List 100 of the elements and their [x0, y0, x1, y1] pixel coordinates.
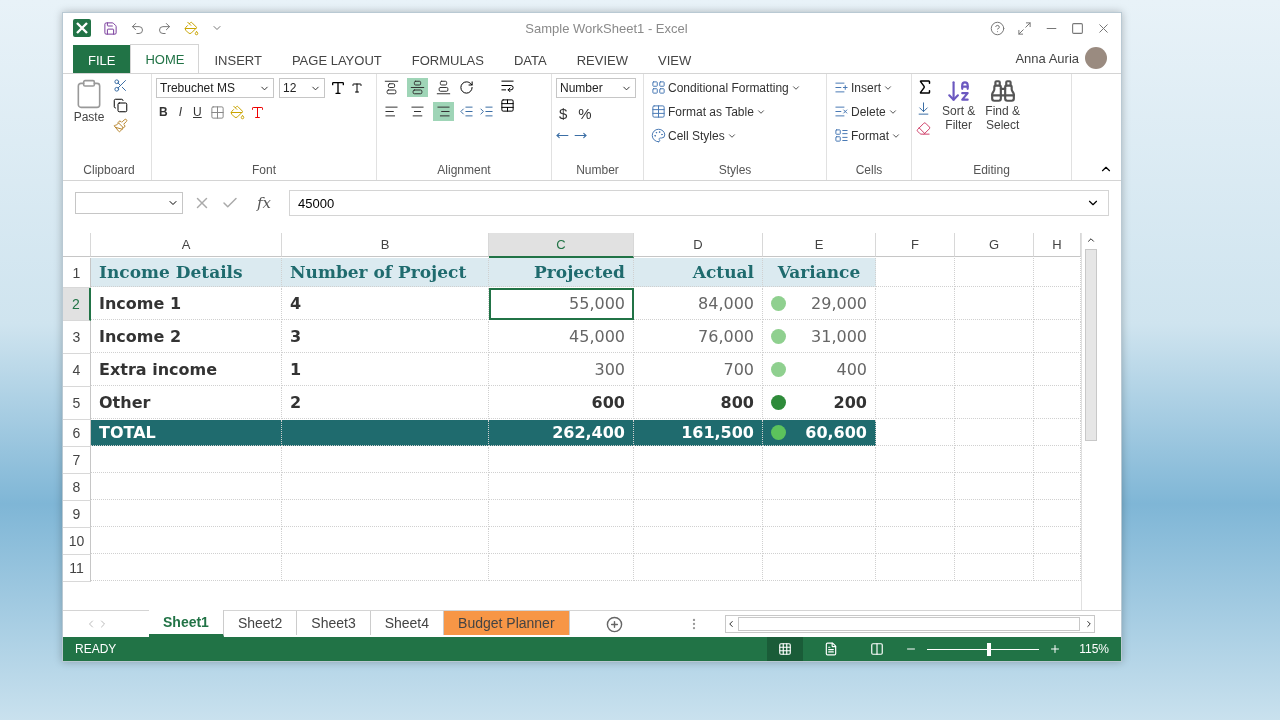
column-header[interactable]: E: [763, 233, 876, 257]
table-cell[interactable]: 31,000: [763, 321, 876, 353]
undo-icon[interactable]: [130, 20, 145, 36]
underline-button[interactable]: U: [190, 103, 205, 121]
table-cell[interactable]: [763, 501, 876, 527]
table-cell[interactable]: [91, 555, 282, 581]
row-header[interactable]: 5: [63, 387, 91, 420]
table-cell[interactable]: [282, 501, 489, 527]
table-cell[interactable]: 2: [282, 387, 489, 419]
table-cell[interactable]: 262,400: [489, 420, 634, 446]
cells-menu-button[interactable]: Format: [831, 126, 907, 145]
column-header[interactable]: G: [955, 233, 1034, 257]
redo-icon[interactable]: [157, 20, 172, 36]
row-header[interactable]: 1: [63, 258, 91, 288]
italic-button[interactable]: I: [175, 103, 185, 121]
table-cell[interactable]: 45,000: [489, 321, 634, 353]
ribbon-tab[interactable]: FILE: [73, 45, 131, 74]
column-header[interactable]: B: [282, 233, 489, 257]
table-cell[interactable]: [763, 528, 876, 554]
table-cell[interactable]: [763, 474, 876, 500]
table-cell[interactable]: [1034, 258, 1081, 287]
copy-icon[interactable]: [113, 98, 128, 113]
sheet-tab[interactable]: Budget Planner: [444, 611, 570, 635]
table-cell[interactable]: 55,000: [489, 288, 634, 320]
table-cell[interactable]: [1034, 321, 1081, 353]
table-cell[interactable]: Variance: [763, 258, 876, 287]
number-format-field[interactable]: Number: [556, 78, 636, 98]
paint-bucket-icon[interactable]: [184, 20, 199, 36]
table-cell[interactable]: [91, 528, 282, 554]
table-cell[interactable]: 60,600: [763, 420, 876, 446]
table-cell[interactable]: [955, 501, 1034, 527]
table-cell[interactable]: [955, 528, 1034, 554]
row-header[interactable]: 9: [63, 501, 91, 528]
table-cell[interactable]: 1: [282, 354, 489, 386]
shrink-font-icon[interactable]: [351, 82, 363, 94]
scissors-icon[interactable]: [113, 78, 128, 93]
table-cell[interactable]: 200: [763, 387, 876, 419]
table-cell[interactable]: [955, 288, 1034, 320]
grow-font-icon[interactable]: [330, 80, 346, 96]
bold-button[interactable]: B: [156, 103, 171, 121]
maximize-icon[interactable]: [1071, 21, 1084, 35]
table-cell[interactable]: Actual: [634, 258, 763, 287]
table-cell[interactable]: 161,500: [634, 420, 763, 446]
percent-button[interactable]: %: [575, 103, 595, 124]
table-cell[interactable]: [955, 387, 1034, 419]
row-header[interactable]: 4: [63, 354, 91, 387]
column-header[interactable]: F: [876, 233, 955, 257]
column-header[interactable]: H: [1034, 233, 1081, 257]
table-cell[interactable]: 800: [634, 387, 763, 419]
table-cell[interactable]: 3: [282, 321, 489, 353]
table-cell[interactable]: [282, 555, 489, 581]
horizontal-scrollbar[interactable]: [725, 615, 1095, 633]
merge-cells-icon[interactable]: [500, 98, 515, 113]
column-header[interactable]: C: [489, 233, 634, 258]
table-cell[interactable]: [1034, 288, 1081, 320]
table-cell[interactable]: 4: [282, 288, 489, 320]
table-cell[interactable]: [489, 528, 634, 554]
table-cell[interactable]: [876, 321, 955, 353]
row-header[interactable]: 7: [63, 447, 91, 474]
styles-menu-button[interactable]: Cell Styles: [648, 126, 822, 145]
table-cell[interactable]: [634, 555, 763, 581]
view-button[interactable]: [767, 637, 804, 661]
table-cell[interactable]: [634, 501, 763, 527]
table-cell[interactable]: [634, 447, 763, 473]
table-cell[interactable]: [955, 447, 1034, 473]
decrease-indent-icon[interactable]: [459, 104, 474, 119]
table-cell[interactable]: [282, 447, 489, 473]
table-cell[interactable]: [282, 420, 489, 446]
cells-menu-button[interactable]: Insert: [831, 78, 907, 97]
currency-button[interactable]: $: [556, 103, 571, 124]
table-cell[interactable]: [876, 288, 955, 320]
table-cell[interactable]: [91, 447, 282, 473]
add-sheet-icon[interactable]: [605, 615, 623, 633]
table-cell[interactable]: [489, 447, 634, 473]
table-cell[interactable]: [876, 387, 955, 419]
table-cell[interactable]: Number of Project: [282, 258, 489, 287]
column-header[interactable]: D: [634, 233, 763, 257]
table-cell[interactable]: [955, 258, 1034, 287]
row-header[interactable]: 10: [63, 528, 91, 555]
name-box[interactable]: [75, 192, 183, 214]
table-cell[interactable]: [1034, 447, 1081, 473]
table-cell[interactable]: [876, 474, 955, 500]
table-cell[interactable]: [1034, 387, 1081, 419]
table-cell[interactable]: [955, 474, 1034, 500]
column-header[interactable]: A: [91, 233, 282, 257]
cells-menu-button[interactable]: Delete: [831, 102, 907, 121]
select-all-corner[interactable]: [63, 233, 91, 257]
table-cell[interactable]: 29,000: [763, 288, 876, 320]
table-cell[interactable]: [955, 321, 1034, 353]
table-cell[interactable]: [955, 555, 1034, 581]
insert-function-button[interactable]: fx: [249, 194, 279, 212]
table-cell[interactable]: [91, 474, 282, 500]
table-cell[interactable]: [763, 555, 876, 581]
row-header[interactable]: 8: [63, 474, 91, 501]
table-cell[interactable]: [876, 420, 955, 446]
table-cell[interactable]: [876, 258, 955, 287]
table-cell[interactable]: TOTAL: [91, 420, 282, 446]
table-cell[interactable]: [763, 447, 876, 473]
table-cell[interactable]: 300: [489, 354, 634, 386]
table-cell[interactable]: [1034, 420, 1081, 446]
